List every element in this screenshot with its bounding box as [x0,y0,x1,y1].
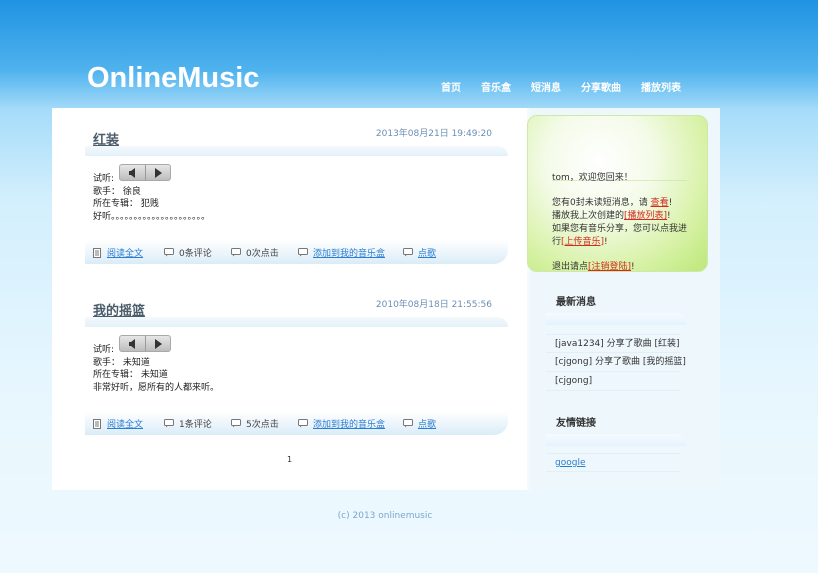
document-icon [92,247,102,258]
unread-text: 您有0封未读短消息，请 [552,198,651,209]
links-header-bar [546,434,686,446]
add-to-box-link[interactable]: 添加到我的音乐盒 [313,417,385,430]
logout-suffix: ! [631,261,635,272]
read-full-link[interactable]: 阅读全文 [107,417,143,430]
document-icon [92,418,102,429]
album-line: 所在专辑： 未知道 [93,370,168,380]
clicks-text: 5次点击 [246,420,279,430]
site-logo: OnlineMusic [87,62,260,94]
post-details: 试听: 歌手： 徐良 所在专辑： 犯贱 好听。。。。。。。。。。。。。。。。。。… [93,173,210,223]
nav-share-song[interactable]: 分享歌曲 [581,79,621,94]
like-link[interactable]: 点歌 [418,417,436,430]
upload-suffix: ! [604,236,608,247]
links-heading: 友情链接 [556,418,596,429]
nav-home[interactable]: 首页 [441,79,461,94]
post-date: 2010年08月18日 21:55:56 [375,300,492,310]
playlist-text: 播放我上次创建的 [552,211,625,222]
google-link[interactable]: google [555,458,585,468]
clicks-count: 0次点击 [231,246,279,259]
logout-line: 退出请点[注销登陆]! [552,261,687,274]
add-to-box-action[interactable]: 添加到我的音乐盒 [298,417,385,430]
post-header-bar [85,146,508,156]
post-card: 我的摇篮 2010年08月18日 21:55:56 试听: 歌手： 未知道 所在… [85,297,508,442]
post-description: 非常好听，愿所有的人都来听。 [93,382,220,393]
upload-line: 行[上传音乐]! [552,236,687,249]
comment-icon [231,248,241,258]
comments-text: 0条评论 [179,249,212,259]
news-item[interactable]: [cjgong] [546,372,680,391]
clicks-count: 5次点击 [231,417,279,430]
comment-icon [298,419,308,429]
playlist-link[interactable]: [播放列表] [624,211,667,221]
singer-line: 歌手： 未知道 [93,357,150,368]
footer-copyright: (c) 2013 onlinemusic [337,511,433,521]
clicks-text: 0次点击 [246,249,279,259]
nav-messages[interactable]: 短消息 [531,79,561,94]
comment-icon [403,248,413,258]
unread-suffix: ! [668,198,673,209]
post-header-bar [85,317,508,327]
read-full-link[interactable]: 阅读全文 [107,246,143,259]
upload-music-link[interactable]: [上传音乐] [561,237,604,247]
post-details: 试听: 歌手： 未知道 所在专辑： 未知道 非常好听，愿所有的人都来听。 [93,344,219,394]
singer-line: 歌手： 徐良 [93,186,141,197]
comment-icon [231,419,241,429]
nav-music-box[interactable]: 音乐盒 [481,79,511,94]
news-item[interactable]: [java1234] 分享了歌曲 [红装] [546,334,680,353]
album-line: 所在专辑： 犯贱 [93,199,159,209]
nav-playlist[interactable]: 播放列表 [641,79,681,94]
user-panel-text: tom，欢迎您回来！ 您有0封未读短消息，请 查看! 播放我上次创建的[播放列表… [552,172,687,274]
comments-count: 1条评论 [164,417,212,430]
post-date: 2013年08月21日 19:49:20 [375,129,492,139]
news-item[interactable]: [cjgong] 分享了歌曲 [我的摇篮] [546,353,686,372]
comments-count: 0条评论 [164,246,212,259]
like-link[interactable]: 点歌 [418,246,436,259]
news-heading: 最新消息 [556,297,596,308]
post-actions-bar: 阅读全文 1条评论 5次点击 添加到我的音乐盒 点歌 [85,411,508,435]
welcome-text: tom，欢迎您回来！ [552,173,633,183]
unread-line: 您有0封未读短消息，请 查看! [552,197,687,210]
like-action[interactable]: 点歌 [403,417,436,430]
logout-text: 退出请点 [552,261,589,272]
upload-prefix: 行 [552,236,562,247]
main-nav: 首页 音乐盒 短消息 分享歌曲 播放列表 [441,79,701,94]
playlist-line: 播放我上次创建的[播放列表]! [552,210,687,223]
read-full-action[interactable]: 阅读全文 [92,246,143,259]
listen-label: 试听: [93,345,115,355]
share-line: 如果您有音乐分享，您可以点我进 [552,223,688,234]
comment-icon [164,419,174,429]
read-full-action[interactable]: 阅读全文 [92,417,143,430]
like-action[interactable]: 点歌 [403,246,436,259]
news-header-bar [546,313,686,325]
comment-icon [403,419,413,429]
add-to-box-action[interactable]: 添加到我的音乐盒 [298,246,385,259]
comment-icon [298,248,308,258]
view-messages-link[interactable]: 查看 [651,198,669,208]
post-actions-bar: 阅读全文 0条评论 0次点击 添加到我的音乐盒 点歌 [85,240,508,264]
logout-link[interactable]: [注销登陆] [588,262,631,272]
pagination-page-1[interactable]: 1 [287,455,292,464]
post-card: 红装 2013年08月21日 19:49:20 试听: 歌手： 徐良 所在专辑：… [85,126,508,271]
playlist-suffix: ! [667,211,671,222]
add-to-box-link[interactable]: 添加到我的音乐盒 [313,246,385,259]
listen-label: 试听: [93,174,115,184]
friend-link-item: google [546,453,680,472]
comments-text: 1条评论 [179,420,212,430]
post-description: 好听。。。。。。。。。。。。。。。。。。。。。 [93,211,211,222]
comment-icon [164,248,174,258]
